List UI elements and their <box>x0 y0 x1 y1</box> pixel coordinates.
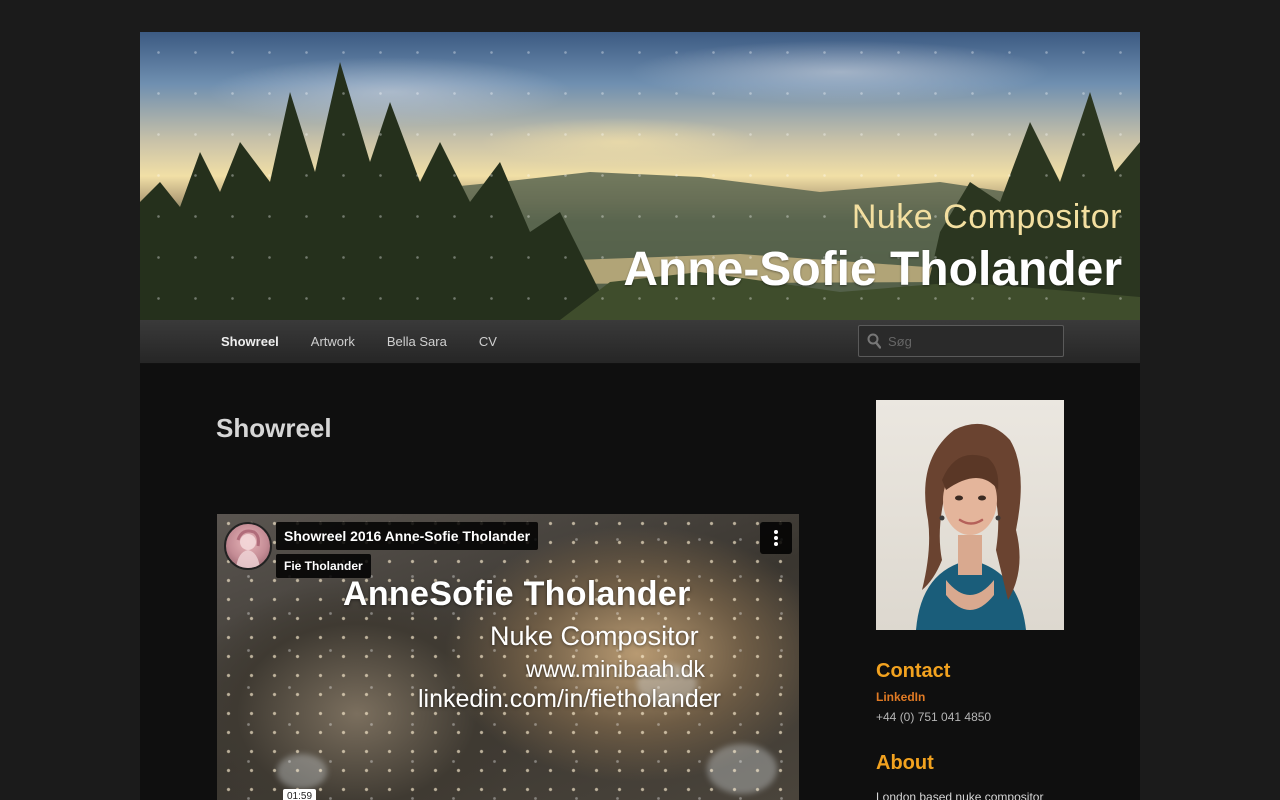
site-title[interactable]: Anne-Sofie Tholander <box>623 242 1122 297</box>
video-overlay-role: Nuke Compositor <box>490 621 699 651</box>
nav-item-showreel[interactable]: Showreel <box>205 320 295 364</box>
about-text: London based nuke compositor <box>876 790 1044 800</box>
video-overlay-linkedin: linkedin.com/in/fietholander <box>418 685 721 713</box>
nav-item-cv[interactable]: CV <box>463 320 513 364</box>
video-title[interactable]: Showreel 2016 Anne-Sofie Tholander <box>276 522 539 550</box>
profile-photo <box>876 400 1064 630</box>
channel-avatar[interactable] <box>224 522 272 570</box>
search-icon <box>867 333 881 349</box>
about-heading: About <box>876 752 934 774</box>
contact-heading: Contact <box>876 660 951 682</box>
main-navigation: Showreel Artwork Bella Sara CV <box>140 320 1140 364</box>
video-channel-name[interactable]: Fie Tholander <box>276 554 371 578</box>
nav-item-artwork[interactable]: Artwork <box>295 320 371 364</box>
phone-number: +44 (0) 751 041 4850 <box>876 710 992 724</box>
video-overlay-name: AnneSofie Tholander <box>343 575 691 613</box>
page-container: Nuke Compositor Anne-Sofie Tholander Sho… <box>140 32 1140 800</box>
video-embed[interactable]: AnneSofie Tholander Nuke Compositor www.… <box>217 514 799 800</box>
portrait-illustration <box>916 423 1026 630</box>
nav-menu: Showreel Artwork Bella Sara CV <box>205 320 513 364</box>
linkedin-link[interactable]: LinkedIn <box>876 690 925 704</box>
search-input[interactable] <box>888 333 1058 349</box>
avatar-figure-icon <box>236 529 260 568</box>
site-description: Nuke Compositor <box>851 198 1122 236</box>
page-title: Showreel <box>216 413 332 443</box>
more-vertical-icon <box>774 530 778 546</box>
search-box[interactable] <box>858 325 1064 357</box>
video-duration-badge: 01:59 <box>283 789 317 800</box>
header-banner[interactable]: Nuke Compositor Anne-Sofie Tholander <box>140 32 1140 320</box>
video-overlay-website: www.minibaah.dk <box>526 656 705 682</box>
video-more-button[interactable] <box>760 522 792 554</box>
nav-item-bella-sara[interactable]: Bella Sara <box>371 320 463 364</box>
